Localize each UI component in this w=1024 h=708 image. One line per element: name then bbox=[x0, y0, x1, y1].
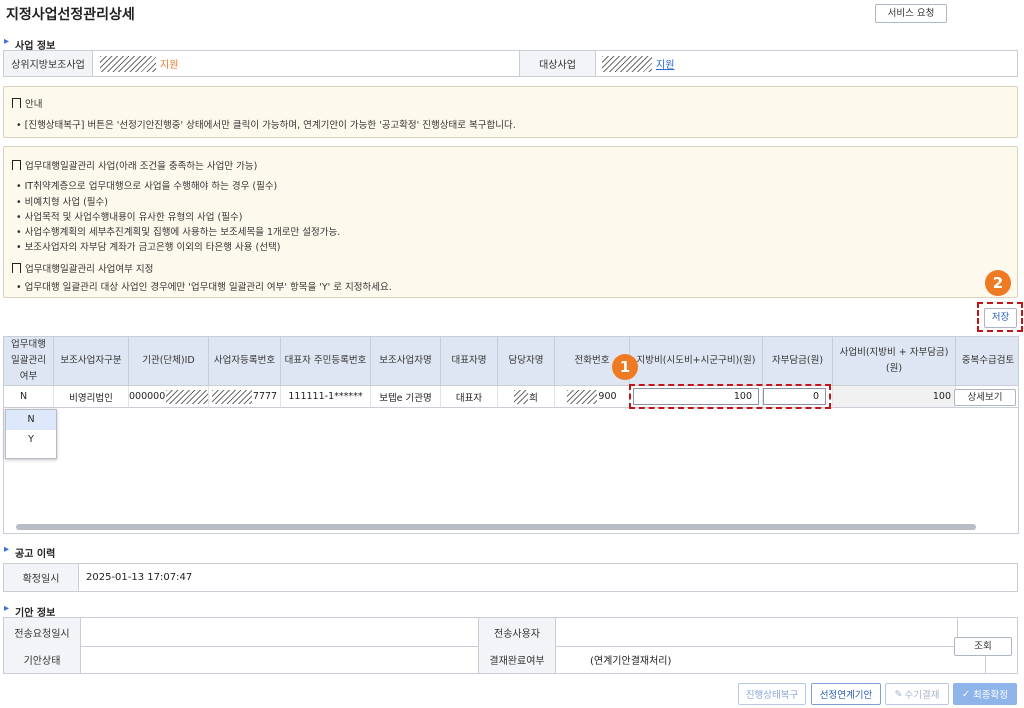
notice-head: 업무대행일괄관리 사업(아래 조건을 충족하는 사업만 가능) bbox=[12, 158, 257, 172]
col-bulk-flag: 업무대행 일괄관리 여부 bbox=[4, 337, 54, 386]
business-grid: 업무대행 일괄관리 여부 보조사업자구분 기관(단체)ID 사업자등록번호 대표… bbox=[3, 336, 1019, 534]
upper-business-link[interactable]: 지원 bbox=[160, 56, 178, 71]
service-request-button[interactable]: 서비스 요청 bbox=[875, 4, 947, 23]
col-org-id: 기관(단체)ID bbox=[129, 337, 209, 386]
notice-item: • 보조사업자의 자부담 계좌가 금고은행 이외의 타은행 사용 (선택) bbox=[16, 242, 281, 253]
draft-table: 전송요청일시 전송사용자 기안상태 결재완료여부 (연계기안결재처리) bbox=[3, 617, 1018, 674]
target-business-label: 대상사업 bbox=[519, 51, 596, 76]
target-business-link[interactable]: 지원 bbox=[656, 56, 674, 71]
sender-value bbox=[554, 618, 958, 647]
final-confirm-button[interactable]: ✓ 최종확정 bbox=[953, 683, 1017, 705]
cell-name: 보텝e 기관명 bbox=[371, 386, 441, 408]
announce-row: 확정일시 2025-01-13 17:07:47 bbox=[3, 563, 1018, 592]
cell-phone: 900 bbox=[555, 386, 630, 408]
detail-view-button[interactable]: 상세보기 bbox=[954, 389, 1016, 406]
cell-ceo: 대표자 bbox=[441, 386, 498, 408]
highlight-box bbox=[629, 384, 831, 409]
notice-head: 안내 bbox=[12, 96, 42, 110]
notice-item: • IT취약계층으로 업무대행으로 사업을 수행해야 하는 경우 (필수) bbox=[16, 181, 278, 192]
approval-value: (연계기안결재처리) bbox=[554, 646, 986, 673]
bulk-flag-dropdown[interactable]: N Y bbox=[5, 409, 57, 459]
col-local-fund: 지방비(시도비+시군구비)(원) bbox=[630, 337, 763, 386]
restore-status-button[interactable]: 진행상태복구 bbox=[738, 683, 806, 705]
draft-status-value bbox=[80, 646, 486, 673]
edit-icon: ✎ bbox=[894, 688, 903, 700]
cell-biz-no: 7777 bbox=[209, 386, 281, 408]
step-badge-1: 1 bbox=[612, 354, 638, 380]
bookmark-icon bbox=[12, 263, 21, 273]
upper-business-label: 상위지방보조사업 bbox=[4, 51, 93, 76]
col-biz-no: 사업자등록번호 bbox=[209, 337, 281, 386]
col-ceo: 대표자명 bbox=[441, 337, 498, 386]
cell-type: 비영리법인 bbox=[54, 386, 129, 408]
masked-text bbox=[211, 389, 252, 404]
notice-item: • 비예치형 사업 (필수) bbox=[16, 197, 108, 208]
draft-status-label: 기안상태 bbox=[4, 646, 81, 673]
notice-text: • 업무대행 일괄관리 대상 사업인 경우에만 '업무대행 일괄관리 여부' 항… bbox=[16, 282, 392, 293]
col-name: 보조사업자명 bbox=[371, 337, 441, 386]
cell-manager: 희 bbox=[498, 386, 555, 408]
col-rrn: 대표자 주민등록번호 bbox=[281, 337, 371, 386]
notice-box: 안내 • [진행상태복구] 버튼은 '선정기안진행중' 상태에서만 클릭이 가능… bbox=[3, 86, 1018, 138]
announce-title: 공고 이력 bbox=[4, 544, 55, 560]
horizontal-scrollbar[interactable] bbox=[16, 524, 976, 530]
cell-total: 100 bbox=[833, 386, 956, 408]
masked-text bbox=[567, 389, 598, 404]
notice-item: • 사업수행계획의 세부추진계획및 집행에 사용하는 보조세목을 1개로만 설정… bbox=[16, 227, 341, 238]
masked-text bbox=[514, 389, 529, 404]
col-total: 사업비(지방비 + 자부담금)(원) bbox=[833, 337, 956, 386]
col-type: 보조사업자구분 bbox=[54, 337, 129, 386]
masked-text bbox=[602, 55, 652, 72]
masked-text bbox=[100, 55, 156, 72]
upper-business-value: 지원 bbox=[92, 51, 520, 76]
col-duplicate-check: 중복수급검토 bbox=[956, 337, 1018, 386]
bulk-management-notice: 업무대행일괄관리 사업(아래 조건을 충족하는 사업만 가능) • IT취약계층… bbox=[3, 146, 1018, 298]
linked-draft-button[interactable]: 선정연계기안 bbox=[811, 683, 881, 705]
step-badge-2: 2 bbox=[985, 270, 1011, 296]
cell-org-id: 000000 bbox=[129, 386, 209, 408]
confirm-date-label: 확정일시 bbox=[4, 564, 79, 591]
masked-text bbox=[166, 389, 208, 404]
cell-bulk-flag[interactable]: N bbox=[4, 386, 54, 408]
target-business-value: 지원 bbox=[594, 51, 1022, 76]
col-self-fund: 자부담금(원) bbox=[763, 337, 833, 386]
notice-item: • 사업목적 및 사업수행내용이 유사한 유형의 사업 (필수) bbox=[16, 212, 243, 223]
notice-head: 업무대행일괄관리 사업여부 지정 bbox=[12, 261, 153, 275]
business-info-row: 상위지방보조사업 지원 대상사업 지원 bbox=[3, 50, 1018, 77]
bookmark-icon bbox=[12, 98, 21, 108]
notice-text: • [진행상태복구] 버튼은 '선정기안진행중' 상태에서만 클릭이 가능하며,… bbox=[16, 120, 516, 131]
bookmark-icon bbox=[12, 160, 21, 170]
col-manager: 담당자명 bbox=[498, 337, 555, 386]
send-date-value bbox=[80, 618, 486, 647]
cell-rrn: 111111-1****** bbox=[281, 386, 371, 408]
confirm-date-value: 2025-01-13 17:07:47 bbox=[86, 572, 193, 583]
manual-approval-button[interactable]: ✎ 수기결재 bbox=[885, 683, 949, 705]
dropdown-option-y[interactable]: Y bbox=[6, 430, 56, 450]
send-date-label: 전송요청일시 bbox=[4, 618, 81, 647]
check-icon: ✓ bbox=[962, 688, 970, 700]
query-button[interactable]: 조회 bbox=[954, 637, 1012, 656]
dropdown-option-n[interactable]: N bbox=[6, 410, 56, 430]
sender-label: 전송사용자 bbox=[478, 618, 556, 647]
page-title: 지정사업선정관리상세 bbox=[6, 7, 135, 23]
save-button[interactable]: 저장 bbox=[984, 308, 1017, 328]
approval-label: 결재완료여부 bbox=[478, 646, 556, 673]
